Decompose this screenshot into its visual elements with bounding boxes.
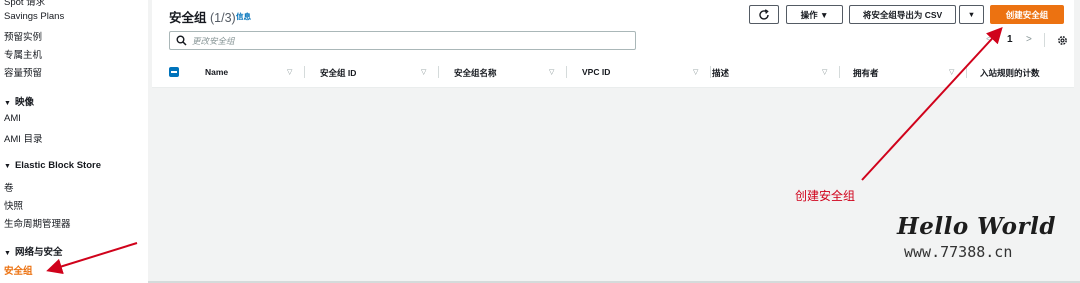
sort-icon[interactable]: ▽ — [421, 68, 426, 76]
sidebar-item-spot-requests[interactable]: Spot 请求 — [4, 0, 45, 8]
create-security-group-button[interactable]: 创建安全组 — [990, 5, 1064, 24]
main-content: 安全组 (1/3) 信息 操作 ▼ 将安全组导出为 CSV ▼ 创建安全组 < … — [148, 0, 1080, 283]
sidebar: Spot 请求 Savings Plans 预留实例 专属主机 容量预留 ▼ 映像… — [0, 0, 148, 283]
info-link[interactable]: 信息 — [236, 11, 251, 22]
column-header-name[interactable]: Name — [205, 67, 228, 77]
page-title-text: 安全组 — [169, 11, 207, 25]
sidebar-item-snapshots[interactable]: 快照 — [4, 198, 23, 212]
sidebar-section-images[interactable]: ▼ 映像 — [4, 94, 34, 108]
sidebar-section-network-security[interactable]: ▼ 网络与安全 — [4, 244, 62, 258]
sort-icon[interactable]: ▽ — [693, 68, 698, 76]
table-header: Name ▽ 安全组 ID ▽ 安全组名称 ▽ VPC ID ▽ 描述 ▽ 拥有… — [152, 62, 1074, 82]
refresh-icon — [759, 8, 769, 20]
column-header-security-group-id[interactable]: 安全组 ID — [320, 67, 356, 79]
column-header-owner[interactable]: 拥有者 — [853, 67, 879, 79]
column-header-vpc-id[interactable]: VPC ID — [582, 67, 610, 77]
caret-down-icon: ▼ — [4, 250, 11, 257]
search-bar[interactable] — [169, 31, 636, 50]
sidebar-item-savings-plans[interactable]: Savings Plans — [4, 11, 64, 22]
sidebar-item-security-groups[interactable]: 安全组 — [4, 263, 33, 277]
annotation-label: 创建安全组 — [795, 189, 856, 203]
column-divider[interactable] — [566, 66, 567, 78]
column-divider[interactable] — [839, 66, 840, 78]
selection-count: (1/3) — [210, 11, 236, 25]
watermark-title: Hello World — [897, 213, 1056, 240]
search-icon — [176, 35, 187, 46]
column-header-inbound-rules-count[interactable]: 入站规则的计数 — [980, 67, 1040, 79]
column-header-security-group-name[interactable]: 安全组名称 — [454, 67, 497, 79]
refresh-button[interactable] — [749, 5, 779, 24]
sort-icon[interactable]: ▽ — [822, 68, 827, 76]
sidebar-item-ami[interactable]: AMI — [4, 113, 21, 124]
pagination-page-number[interactable]: 1 — [1007, 34, 1013, 45]
caret-down-icon: ▼ — [4, 163, 11, 170]
sidebar-item-lifecycle-manager[interactable]: 生命周期管理器 — [4, 216, 71, 230]
column-header-description[interactable]: 描述 — [712, 67, 729, 79]
page-title: 安全组 (1/3) — [169, 7, 236, 26]
export-dropdown-button[interactable]: ▼ — [959, 5, 984, 24]
sidebar-section-ebs[interactable]: ▼ Elastic Block Store — [4, 160, 101, 171]
column-divider[interactable] — [304, 66, 305, 78]
column-divider[interactable] — [966, 66, 967, 78]
security-groups-panel: 安全组 (1/3) 信息 操作 ▼ 将安全组导出为 CSV ▼ 创建安全组 < … — [152, 0, 1074, 88]
column-divider[interactable] — [710, 66, 711, 78]
pagination-prev-button[interactable]: < — [986, 34, 992, 45]
sort-icon[interactable]: ▽ — [949, 68, 954, 76]
actions-button[interactable]: 操作 ▼ — [786, 5, 843, 24]
sidebar-item-capacity-reservations[interactable]: 容量预留 — [4, 65, 42, 79]
sidebar-item-dedicated-hosts[interactable]: 专属主机 — [4, 47, 42, 61]
pagination-next-button[interactable]: > — [1026, 34, 1032, 45]
select-all-checkbox[interactable] — [169, 67, 179, 77]
sort-icon[interactable]: ▽ — [549, 68, 554, 76]
export-csv-button[interactable]: 将安全组导出为 CSV — [849, 5, 956, 24]
search-input[interactable] — [192, 34, 622, 47]
caret-down-icon: ▼ — [4, 100, 11, 107]
watermark-url: www.77388.cn — [904, 243, 1013, 261]
sort-icon[interactable]: ▽ — [287, 68, 292, 76]
gear-icon[interactable] — [1057, 35, 1068, 46]
sidebar-section-label: Elastic Block Store — [14, 160, 101, 171]
sidebar-section-label: 映像 — [14, 97, 34, 108]
divider — [1044, 33, 1045, 47]
column-divider[interactable] — [438, 66, 439, 78]
sidebar-item-volumes[interactable]: 卷 — [4, 180, 14, 194]
sidebar-item-reserved-instances[interactable]: 预留实例 — [4, 29, 42, 43]
sidebar-item-ami-catalog[interactable]: AMI 目录 — [4, 131, 43, 145]
sidebar-section-label: 网络与安全 — [14, 247, 63, 258]
